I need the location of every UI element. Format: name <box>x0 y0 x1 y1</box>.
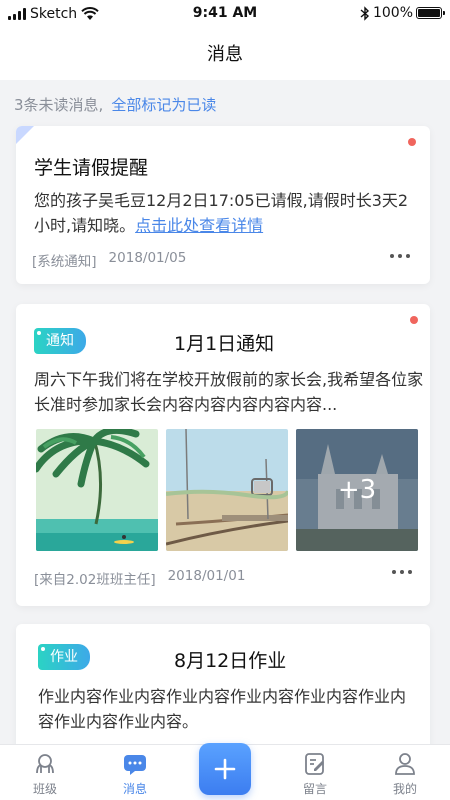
tab-label: 消息 <box>122 782 147 796</box>
message-title: 学生请假提醒 <box>34 157 149 179</box>
message-date: 2018/01/01 <box>167 568 246 584</box>
unread-dot <box>408 138 416 146</box>
message-source: [来自2.02班班主任] <box>34 572 156 588</box>
image-thumbnail-railway[interactable] <box>166 429 288 551</box>
class-icon <box>36 754 54 774</box>
message-meta: [系统通知] 2018/01/05 <box>32 250 186 270</box>
page-title: 消息 <box>207 44 243 65</box>
message-source: [系统通知] <box>32 254 97 270</box>
battery-icon <box>416 7 445 19</box>
mark-all-read-link[interactable]: 全部标记为已读 <box>111 96 216 114</box>
more-options-icon[interactable] <box>386 250 414 262</box>
tab-bar: 班级 消息 留言 我的 <box>0 743 450 800</box>
battery-percent: 100% <box>372 5 413 21</box>
tab-messages[interactable]: 消息 <box>90 745 180 800</box>
person-icon <box>395 753 415 775</box>
tab-comments[interactable]: 留言 <box>270 745 360 800</box>
add-button[interactable] <box>199 743 251 795</box>
tab-profile[interactable]: 我的 <box>360 745 450 800</box>
image-gallery: +3 <box>36 429 418 551</box>
unread-count-text: 3条未读消息, <box>14 96 104 114</box>
plus-icon <box>214 758 236 780</box>
message-title: 1月1日通知 <box>174 333 275 355</box>
tab-class[interactable]: 班级 <box>0 745 90 800</box>
more-images-count[interactable]: +3 <box>296 429 418 551</box>
unread-summary: 3条未读消息, 全部标记为已读 <box>14 94 216 115</box>
tab-label: 班级 <box>32 782 57 796</box>
view-details-link[interactable]: 点击此处查看详情 <box>135 216 263 235</box>
status-bar: Sketch 9:41 AM 100% <box>0 0 450 28</box>
message-body: 作业内容作业内容作业内容作业内容作业内容作业内容作业内容作业内容。 <box>38 687 407 731</box>
tab-add[interactable] <box>180 743 270 800</box>
more-options-icon[interactable] <box>388 566 416 578</box>
corner-fold-decoration <box>16 126 34 144</box>
tab-label: 我的 <box>392 782 417 796</box>
nav-bar: 消息 <box>0 28 450 80</box>
unread-dot <box>410 316 418 324</box>
message-date: 2018/01/05 <box>108 250 187 266</box>
battery-group: 100% <box>360 5 445 21</box>
bluetooth-icon <box>360 5 369 21</box>
notice-tag: 通知 <box>34 328 86 354</box>
message-card-leave[interactable]: 学生请假提醒 您的孩子吴毛豆12月2日17:05已请假,请假时长3天2小时,请知… <box>16 126 430 284</box>
tab-label: 留言 <box>302 782 327 796</box>
image-thumbnail-church[interactable]: +3 <box>296 429 418 551</box>
image-thumbnail-beach[interactable] <box>36 429 158 551</box>
message-icon <box>124 755 146 775</box>
message-body: 您的孩子吴毛豆12月2日17:05已请假,请假时长3天2小时,请知晓。点击此处查… <box>34 188 418 238</box>
edit-note-icon <box>305 753 324 775</box>
message-body: 周六下午我们将在学校开放假前的家长会,我希望各位家长准时参加家长会内容内容内容内… <box>34 370 424 414</box>
message-meta: [来自2.02班班主任] 2018/01/01 <box>34 568 245 588</box>
message-card-notice[interactable]: 通知 1月1日通知 周六下午我们将在学校开放假前的家长会,我希望各位家长准时参加… <box>16 304 430 606</box>
message-title: 8月12日作业 <box>174 650 287 672</box>
homework-tag: 作业 <box>38 644 90 670</box>
